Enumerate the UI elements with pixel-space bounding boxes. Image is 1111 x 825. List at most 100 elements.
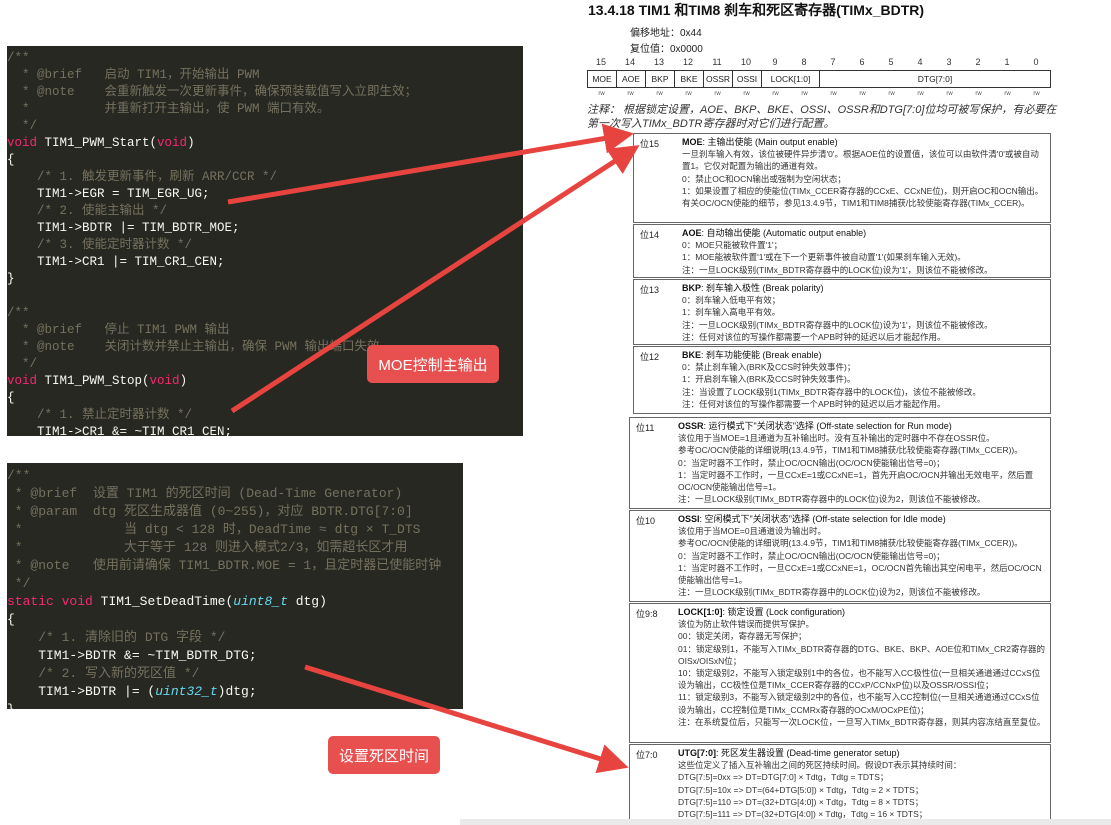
bit-number: 7 xyxy=(830,57,836,67)
bit-field-description: 注：任何对该位的写操作都需要一个APB时钟的延迟以后才能起作用。 xyxy=(682,398,946,409)
bit-number: 14 xyxy=(624,57,635,67)
bit-field-description: 0：当定时器不工作时，禁止OC/OCN输出(OC/OCN使能输出信号=0)； xyxy=(678,550,945,561)
bit-field-description: 1：当定时器不工作时，一旦CCxE=1或CCxNE=1，OC/OCN首先输出其空… xyxy=(678,562,1042,586)
code-token: * 并重新打开主输出，使 PWM 端口有效。 xyxy=(7,102,330,116)
code-token: /** xyxy=(7,468,31,483)
bit-range-label: 位14 xyxy=(640,230,660,240)
bit-description-row: 位11 OSSR: 运行模式下"关闭状态"选择 (Off-state select… xyxy=(629,417,1051,509)
code-line: static void TIM1_SetDeadTime(uint8_t dtg… xyxy=(7,593,463,611)
code-line: * 并重新打开主输出，使 PWM 端口有效。 xyxy=(7,101,523,118)
code-line: * @brief 设置 TIM1 的死区时间 (Dead-Time Genera… xyxy=(7,485,463,503)
register-field-row: MOE AOE BKP BKE OSSR OSSI LOCK[1:0] DTG[7:0] xyxy=(587,70,1051,90)
access-type: rw xyxy=(1033,91,1040,97)
code-token: TIM1_PWM_Stop( xyxy=(37,374,150,388)
access-type-row: rw rw rw rw rw rw rw rw rw rw rw rw rw rw rw rw xyxy=(587,91,1051,101)
code-token: uint32_t xyxy=(155,684,218,699)
access-type: rw xyxy=(685,91,692,97)
code-token: */ xyxy=(7,119,38,133)
bit-number: 11 xyxy=(712,57,722,67)
bit-field-heading: AOE: 自动输出使能 (Automatic output enable) xyxy=(682,227,1046,239)
code-token: TIM1_PWM_Start( xyxy=(37,136,158,150)
bit-field-name: BKE xyxy=(682,350,702,360)
bit-range-label: 位15 xyxy=(640,139,660,149)
bit-field-title: : 锁定设置 (Lock configuration) xyxy=(722,607,846,617)
bit-field-description: 1：如果设置了相应的使能位(TIMx_CCER寄存器的CCxE、CCxNE位)，… xyxy=(682,185,1044,196)
code-token: dtg) xyxy=(287,594,327,609)
code-line: { xyxy=(7,611,463,629)
code-line: TIM1->BDTR &= ~TIM_BDTR_DTG; xyxy=(7,647,463,665)
code-token: * @param dtg 死区生成器值 (0~255)，对应 BDTR.DTG[… xyxy=(7,504,413,519)
access-type: rw xyxy=(1004,91,1011,97)
lock-protection-note: 注释： 根据锁定设置，AOE、BKP、BKE、OSSI、OSSR和DTG[7:0… xyxy=(587,104,1057,130)
access-type: rw xyxy=(946,91,953,97)
code-line: void TIM1_PWM_Start(void) xyxy=(7,135,523,152)
bit-field-description: DTG[7:5]=0xx => DT=DTG[7:0] × Tdtg，Tdtg … xyxy=(678,772,889,783)
bit-number: 5 xyxy=(888,57,894,67)
code-token: /* 2. 写入新的死区值 */ xyxy=(7,666,200,681)
code-token: void xyxy=(7,136,38,150)
bit-description-row: 位13 BKP: 刹车输入极性 (Break polarity) 0：刹车输入低电平… xyxy=(633,279,1051,345)
bit-field-description: 注：一旦LOCK级别(TIMx_BDTR寄存器中的LOCK位)设为2，则该位不能… xyxy=(678,587,986,598)
bit-field-description: 参考OC/OCN使能的详细说明(13.4.9节，TIM1和TIM8捕获/比较使能… xyxy=(678,445,1023,456)
bit-field-heading: UTG[7:0]: 死区发生器设置 (Dead-time generator s… xyxy=(678,747,1046,759)
bit-field-description: 注：一旦LOCK级别(TIMx_BDTR寄存器中的LOCK位)设为'1'，则该位… xyxy=(682,264,993,275)
bit-field-heading: OSSI: 空闲模式下"关闭状态"选择 (Off-state selection… xyxy=(678,513,1046,525)
code-line: * @brief 启动 TIM1，开始输出 PWM xyxy=(7,67,523,84)
access-type: rw xyxy=(743,91,750,97)
code-line: /* 2. 写入新的死区值 */ xyxy=(7,665,463,683)
bit-field-description: 1：MOE能被软件置'1'或在下一个更新事件被自动置'1'(如果刹车输入无效)。 xyxy=(682,252,966,263)
code-line: /** xyxy=(7,305,523,322)
bit-field-heading: BKE: 刹车功能使能 (Break enable) xyxy=(682,349,1046,361)
register-section-title: 13.4.18 TIM1 和TIM8 刹车和死区寄存器(TIMx_BDTR) xyxy=(588,2,925,18)
bit-field-description: 0：MOE只能被软件置'1'； xyxy=(682,240,783,251)
bit-number: 0 xyxy=(1033,57,1039,67)
bit-number: 9 xyxy=(772,57,778,67)
code-token: uint8_t xyxy=(233,594,288,609)
code-token: void xyxy=(61,594,93,609)
register-field: OSSI xyxy=(732,70,761,88)
moe-annotation-label: MOE控制主输出 xyxy=(367,345,499,383)
code-token: * @brief 设置 TIM1 的死区时间 (Dead-Time Genera… xyxy=(7,486,403,501)
code-token: * @brief 停止 TIM1 PWM 输出 xyxy=(7,323,230,337)
bit-field-title: : 刹车输入极性 (Break polarity) xyxy=(701,283,824,293)
code-token: * @note 关闭计数并禁止主输出，确保 PWM 输出端口失效 xyxy=(7,340,380,354)
code-token: static xyxy=(7,594,54,609)
register-field: OSSR xyxy=(703,70,732,88)
deadtime-annotation-label: 设置死区时间 xyxy=(328,736,440,774)
code-token: void xyxy=(149,374,180,388)
bit-field-description: 11：锁定级别3，不能写入锁定级别2中的各位，也不能写入CC控制位(一旦相关通道… xyxy=(678,692,1040,715)
code-line: /* 1. 清除旧的 DTG 字段 */ xyxy=(7,629,463,647)
code-token: TIM1->BDTR |= TIM_BDTR_MOE; xyxy=(7,221,240,235)
bit-field-description: 注：一旦LOCK级别(TIMx_BDTR寄存器中的LOCK位)设为'1'，则该位… xyxy=(682,319,993,330)
bit-number: 15 xyxy=(595,57,606,67)
code-token: TIM1_SetDeadTime( xyxy=(92,594,234,609)
access-type: rw xyxy=(656,91,663,97)
bit-description-row: 位12 BKE: 刹车功能使能 (Break enable) 0：禁止刹车输入(BR… xyxy=(633,346,1051,414)
code-token: TIM1->BDTR &= ~TIM_BDTR_DTG; xyxy=(7,648,257,663)
code-line: /* 3. 使能定时器计数 */ xyxy=(7,237,523,254)
code-token: void xyxy=(157,136,188,150)
code-token: * @note 会重新触发一次更新事件，确保预装载值写入立即生效； xyxy=(7,85,418,99)
bit-field-description: 这些位定义了插入互补输出之间的死区持续时间。假设DT表示其持续时间： xyxy=(678,760,962,771)
access-type: rw xyxy=(714,91,721,97)
bit-number: 1 xyxy=(1004,57,1010,67)
bit-number: 4 xyxy=(917,57,923,67)
access-type: rw xyxy=(801,91,808,97)
bit-number: 3 xyxy=(946,57,952,67)
bit-field-title: : 死区发生器设置 (Dead-time generator setup) xyxy=(716,748,900,758)
bit-field-heading: MOE: 主输出使能 (Main output enable) xyxy=(682,136,1046,148)
code-token: */ xyxy=(7,357,38,371)
bit-range-label: 位13 xyxy=(640,285,660,295)
bit-number: 8 xyxy=(801,57,807,67)
code-token: void xyxy=(7,374,38,388)
bit-field-description: 一旦刹车输入有效，该位被硬件异步清'0'。根据AOE位的设置值，该位可以由软件清… xyxy=(682,149,1039,172)
bit-field-description: 参考OC/OCN使能的详细说明(13.4.9节，TIM1和TIM8捕获/比较使能… xyxy=(678,538,1023,549)
bit-field-name: MOE xyxy=(682,137,703,147)
bit-field-title: : 运行模式下"关闭状态"选择 (Off-state selection for… xyxy=(703,421,952,431)
code-line: /* 1. 禁止定时器计数 */ xyxy=(7,407,523,424)
bit-field-description: 0：当定时器不工作时，禁止OC/OCN输出(OC/OCN使能输出信号=0)； xyxy=(678,457,945,468)
bit-number: 13 xyxy=(653,57,664,67)
horizontal-scrollbar[interactable] xyxy=(460,819,1111,825)
code-line: * @param dtg 死区生成器值 (0~255)，对应 BDTR.DTG[… xyxy=(7,503,463,521)
code-token: * 大于等于 128 则进入模式2/3，如需超长区才用 xyxy=(7,540,408,555)
